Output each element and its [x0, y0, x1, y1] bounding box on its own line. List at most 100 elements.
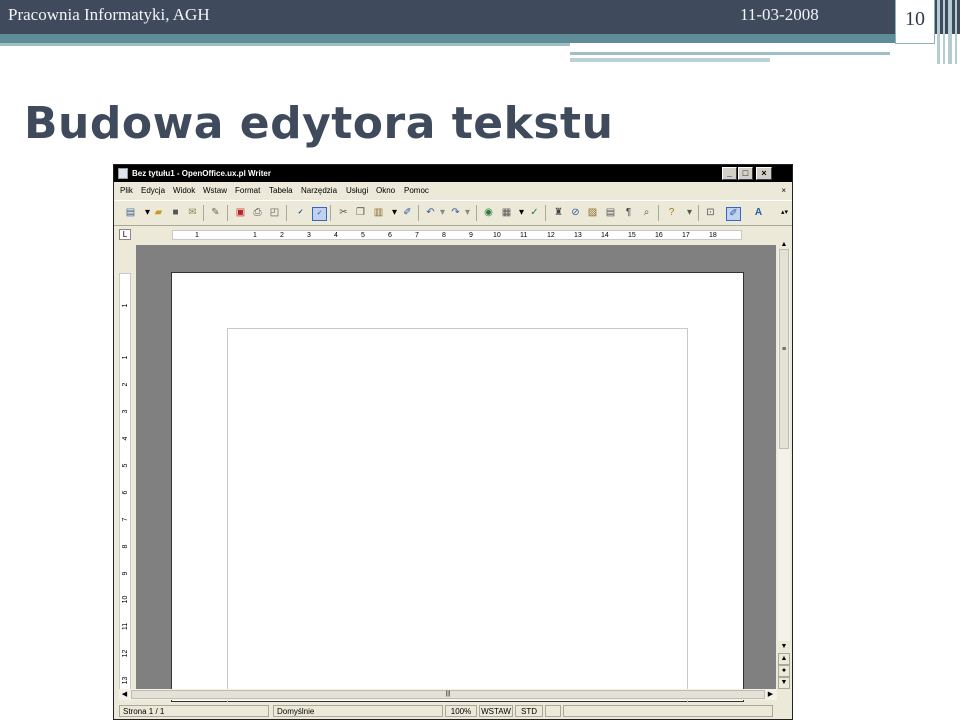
vertical-scrollbar[interactable]: ▲ ≡ ▼	[778, 239, 790, 689]
chevron-down-icon[interactable]: ▾	[515, 207, 528, 219]
paste-icon[interactable]: ▥	[372, 207, 385, 219]
toolbar-overflow-icon[interactable]: ▴▾	[778, 207, 791, 219]
help-icon[interactable]: ?	[665, 207, 678, 219]
scroll-right-arrow[interactable]: ▶	[765, 689, 776, 700]
tab-stop-selector[interactable]: L	[119, 229, 131, 240]
format-paintbrush-icon[interactable]: ✐	[401, 207, 414, 219]
open-folder-icon[interactable]: ▰	[152, 207, 165, 219]
ruler-tick: 11	[520, 232, 528, 239]
next-page-icon[interactable]: ▼	[778, 677, 790, 689]
autospellcheck-icon[interactable]: ✓	[312, 207, 327, 221]
chevron-down-icon[interactable]: ▾	[683, 207, 696, 219]
hyperlink-icon[interactable]: ◉	[482, 207, 495, 219]
print-preview-icon[interactable]: ◰	[268, 207, 281, 219]
toolbar-separator	[330, 205, 331, 221]
header-institution: Pracownia Informatyki, AGH	[8, 5, 210, 24]
toolbar-separator	[203, 205, 204, 221]
chevron-down-icon[interactable]: ▾	[436, 207, 449, 219]
header-accent-line	[0, 43, 570, 46]
ruler-tick: 1	[253, 232, 257, 239]
status-page-style[interactable]: Domyślnie	[273, 705, 443, 717]
close-button[interactable]: ×	[756, 167, 772, 180]
new-document-icon[interactable]: ▤	[124, 207, 137, 219]
vertical-ruler[interactable]: 1 1 2 3 4 5 6 7 8 9 10 11 12 13	[119, 273, 131, 693]
horizontal-scrollbar[interactable]: ◀ ||| ▶	[119, 689, 777, 700]
horizontal-ruler-row: L 1 1 2 3 4 5 6 7 8 9 10 11 12 13 14 15 …	[114, 227, 792, 243]
header-date: 11-03-2008	[740, 5, 819, 24]
ruler-tick: 13	[574, 232, 582, 239]
ruler-tick: 2	[280, 232, 284, 239]
menu-pomoc[interactable]: Pomoc	[404, 186, 429, 195]
status-signature	[563, 705, 773, 717]
scroll-left-arrow[interactable]: ◀	[119, 689, 130, 700]
nonprinting-chars-icon[interactable]: ¶	[622, 207, 635, 219]
menu-uslugi[interactable]: Usługi	[346, 186, 368, 195]
text-boundaries[interactable]	[227, 328, 688, 708]
chevron-down-icon[interactable]: ▾	[461, 207, 474, 219]
menubar: Plik Edycja Widok Wstaw Format Tabela Na…	[114, 183, 792, 198]
chevron-down-icon[interactable]: ▾	[388, 207, 401, 219]
minimize-button[interactable]: _	[722, 167, 737, 180]
styles-icon[interactable]: ⊡	[704, 207, 717, 219]
menu-wstaw[interactable]: Wstaw	[203, 186, 227, 195]
window-title: Bez tytułu1 - OpenOffice.ux.pl Writer	[132, 169, 271, 178]
window-titlebar: Bez tytułu1 - OpenOffice.ux.pl Writer _ …	[114, 165, 792, 182]
toolbar-separator	[418, 205, 419, 221]
edit-file-icon[interactable]: ✎	[209, 207, 222, 219]
vertical-scroll-thumb[interactable]: ≡	[779, 249, 789, 449]
ruler-tick: 7	[415, 232, 419, 239]
table-icon[interactable]: ▦	[500, 207, 513, 219]
document-page[interactable]	[171, 272, 744, 708]
ruler-tick: 10	[122, 595, 129, 604]
export-pdf-icon[interactable]: ▣	[234, 207, 247, 219]
find-replace-icon[interactable]: ♜	[552, 207, 565, 219]
navigator-icon[interactable]: ⊘	[569, 207, 582, 219]
menu-plik[interactable]: Plik	[120, 186, 133, 195]
zoom-icon[interactable]: ⌕	[640, 207, 653, 219]
ruler-tick: 1	[122, 355, 129, 360]
save-icon[interactable]: ■	[169, 207, 182, 219]
toolbar-separator	[545, 205, 546, 221]
previous-page-icon[interactable]: ▲	[778, 653, 790, 665]
spellcheck-icon[interactable]: ✓	[294, 207, 307, 219]
maximize-button[interactable]: □	[738, 167, 753, 180]
horizontal-ruler[interactable]: 1 1 2 3 4 5 6 7 8 9 10 11 12 13 14 15 16…	[172, 230, 742, 240]
ruler-tick: 4	[122, 436, 129, 441]
gallery-icon[interactable]: ▨	[586, 207, 599, 219]
header-accent-strip	[570, 58, 770, 62]
status-insert-mode[interactable]: WSTAW	[479, 705, 513, 717]
slide-header: Pracownia Informatyki, AGH 11-03-2008	[0, 0, 960, 34]
ruler-tick: 9	[469, 232, 473, 239]
slide-title: Budowa edytora tekstu	[24, 98, 614, 149]
toolbar-separator	[476, 205, 477, 221]
menu-widok[interactable]: Widok	[173, 186, 195, 195]
ruler-tick: 6	[388, 232, 392, 239]
copy-icon[interactable]: ❐	[354, 207, 367, 219]
fontwork-icon[interactable]: A	[752, 207, 765, 219]
toolbar-separator	[698, 205, 699, 221]
show-draw-icon[interactable]: ✓	[528, 207, 541, 219]
status-selection-mode[interactable]: STD	[515, 705, 543, 717]
navigation-icon[interactable]: ●	[778, 665, 790, 677]
ruler-tick: 12	[547, 232, 555, 239]
menu-edycja[interactable]: Edycja	[141, 186, 165, 195]
print-icon[interactable]: ⎙	[251, 207, 264, 219]
email-icon[interactable]: ✉	[186, 207, 199, 219]
menu-narzedzia[interactable]: Narzędzia	[301, 186, 337, 195]
ruler-tick: 14	[601, 232, 609, 239]
menu-tabela[interactable]: Tabela	[269, 186, 293, 195]
page-number-box: 10	[895, 0, 935, 44]
datasource-icon[interactable]: ▤	[604, 207, 617, 219]
ruler-tick: 8	[442, 232, 446, 239]
horizontal-scroll-thumb[interactable]: |||	[131, 690, 765, 699]
menu-okno[interactable]: Okno	[376, 186, 395, 195]
format-icon[interactable]: ✐	[726, 207, 741, 221]
status-zoom[interactable]: 100%	[445, 705, 477, 717]
cut-icon[interactable]: ✂	[337, 207, 350, 219]
writer-window: Bez tytułu1 - OpenOffice.ux.pl Writer _ …	[113, 164, 793, 720]
document-close-icon[interactable]: ×	[781, 186, 786, 195]
status-page[interactable]: Strona 1 / 1	[119, 705, 269, 717]
menu-format[interactable]: Format	[235, 186, 260, 195]
document-area[interactable]	[136, 245, 776, 708]
scroll-down-arrow[interactable]: ▼	[778, 641, 790, 653]
